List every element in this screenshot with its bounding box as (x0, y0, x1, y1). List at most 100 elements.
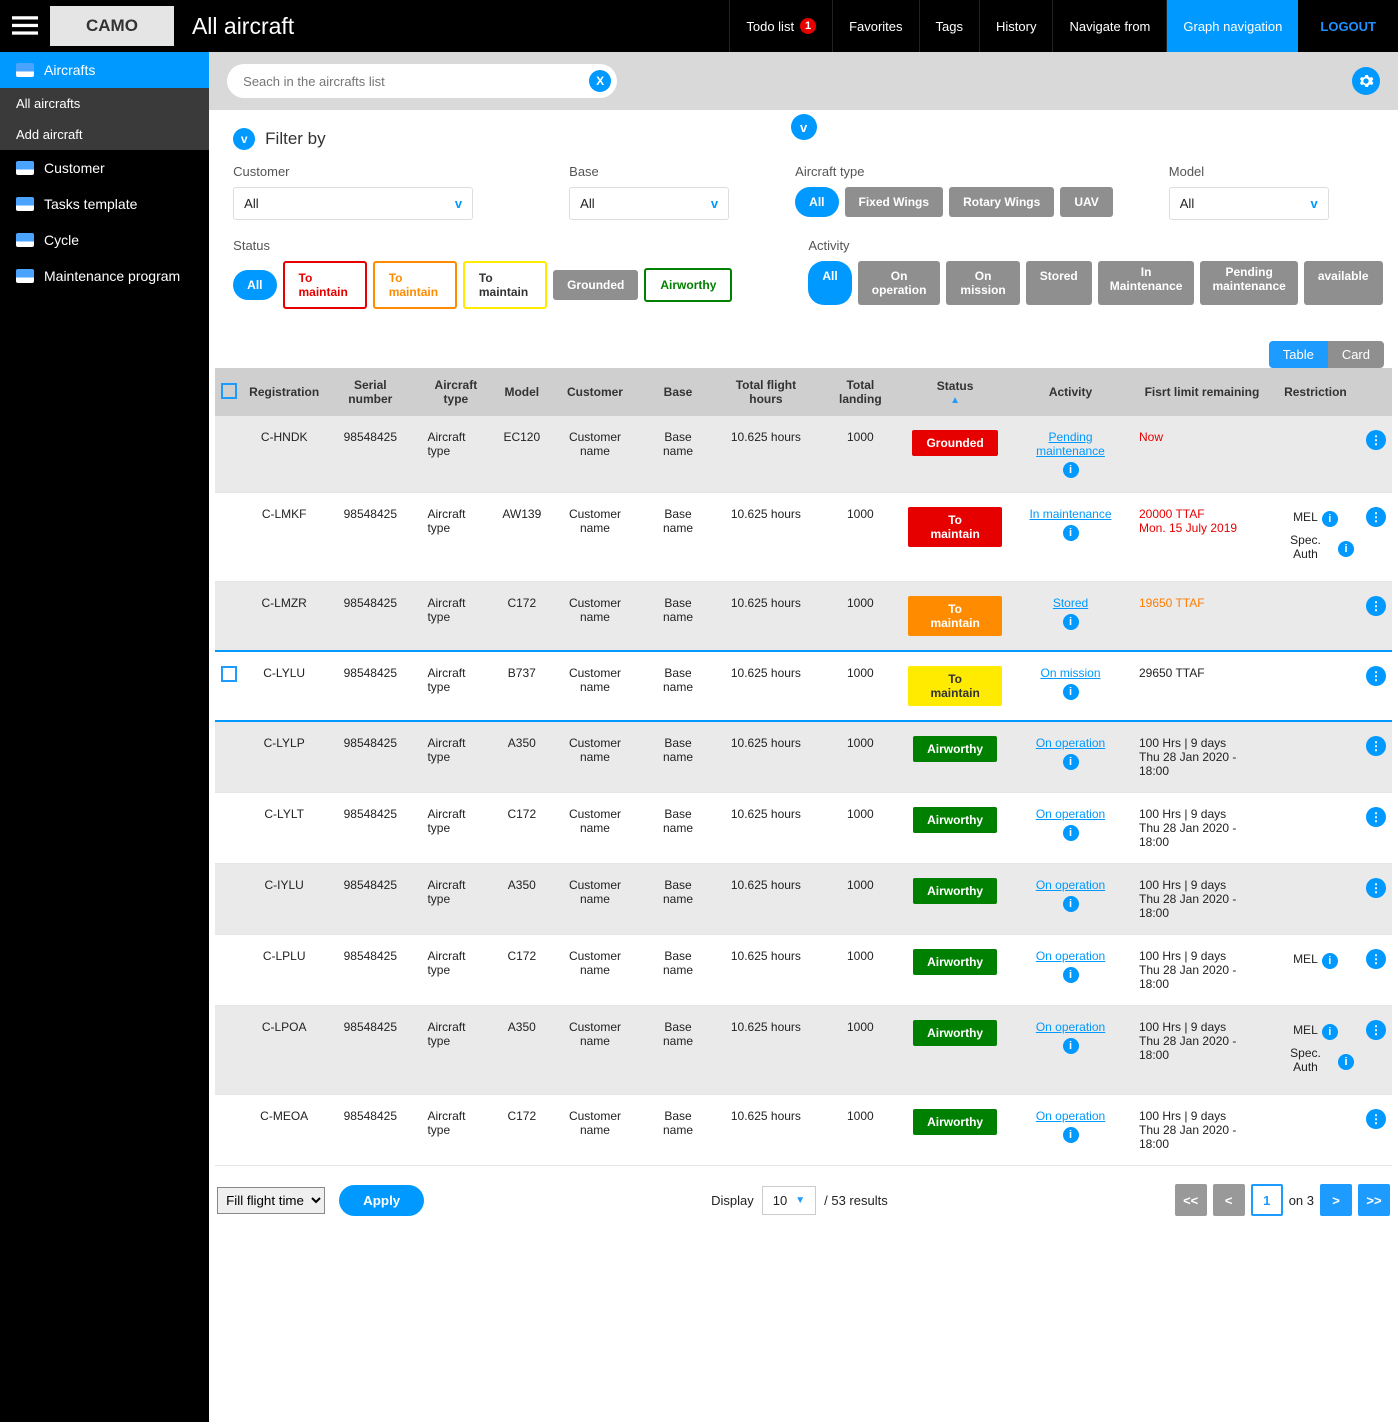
col-base[interactable]: Base (643, 368, 714, 416)
activity-link[interactable]: Stored (1014, 596, 1127, 610)
select-all-checkbox[interactable] (221, 383, 237, 399)
sidebar-item-customer[interactable]: Customer (0, 150, 209, 186)
col-status[interactable]: Status (902, 368, 1008, 416)
view-table-tab[interactable]: Table (1269, 341, 1328, 368)
activity-link[interactable]: Pending maintenance (1014, 430, 1127, 458)
activity-link[interactable]: On operation (1014, 878, 1127, 892)
activity-link[interactable]: On operation (1014, 949, 1127, 963)
expand-chevron-icon[interactable]: v (791, 114, 817, 140)
chip-status-0[interactable]: All (233, 270, 276, 300)
apply-button[interactable]: Apply (339, 1185, 424, 1216)
chip-type-uav[interactable]: UAV (1060, 187, 1112, 217)
sidebar-sub-add-aircraft[interactable]: Add aircraft (0, 119, 209, 150)
info-icon[interactable]: i (1063, 614, 1079, 630)
sidebar-item-cycle[interactable]: Cycle (0, 222, 209, 258)
filter-model-select[interactable]: Allv (1169, 187, 1329, 220)
table-row[interactable]: C-LYLT98548425Aircraft typeC172Customer … (215, 793, 1392, 864)
row-menu-icon[interactable]: ⋮ (1366, 807, 1386, 827)
nav-favorites[interactable]: Favorites (832, 0, 918, 52)
search-box[interactable]: X (227, 64, 617, 98)
chip-activity-on-mission[interactable]: On mission (946, 261, 1019, 305)
col-activity[interactable]: Activity (1008, 368, 1133, 416)
bulk-action-select[interactable]: Fill flight time (217, 1187, 325, 1214)
activity-link[interactable]: On operation (1014, 736, 1127, 750)
info-icon[interactable]: i (1063, 967, 1079, 983)
chip-status-3[interactable]: To maintain (463, 261, 547, 309)
chip-activity-stored[interactable]: Stored (1026, 261, 1092, 305)
nav-graph-navigation[interactable]: Graph navigation (1166, 0, 1298, 52)
pager-first[interactable]: << (1175, 1184, 1207, 1216)
chip-activity-on-operation[interactable]: On operation (858, 261, 941, 305)
chip-status-5[interactable]: Airworthy (644, 268, 732, 302)
chip-status-2[interactable]: To maintain (373, 261, 457, 309)
table-row[interactable]: C-LYLP98548425Aircraft typeA350Customer … (215, 721, 1392, 793)
chip-activity-in-maintenance[interactable]: InMaintenance (1098, 261, 1195, 305)
col-model[interactable]: Model (496, 368, 547, 416)
row-menu-icon[interactable]: ⋮ (1366, 430, 1386, 450)
info-icon[interactable]: i (1338, 1054, 1354, 1070)
nav-todo-list[interactable]: Todo list1 (729, 0, 832, 52)
sidebar-item-aircrafts[interactable]: Aircrafts (0, 52, 209, 88)
row-checkbox[interactable] (221, 666, 237, 682)
chip-status-4[interactable]: Grounded (553, 270, 638, 300)
nav-tags[interactable]: Tags (919, 0, 979, 52)
chip-type-rotary-wings[interactable]: Rotary Wings (949, 187, 1054, 217)
table-row[interactable]: C-LMKF98548425Aircraft typeAW139Customer… (215, 493, 1392, 582)
sidebar-sub-all-aircrafts[interactable]: All aircrafts (0, 88, 209, 119)
row-menu-icon[interactable]: ⋮ (1366, 596, 1386, 616)
row-menu-icon[interactable]: ⋮ (1366, 666, 1386, 686)
pager-last[interactable]: >> (1358, 1184, 1390, 1216)
per-page-select[interactable]: 10▼ (762, 1186, 816, 1215)
view-card-tab[interactable]: Card (1328, 341, 1384, 368)
chip-type-fixed-wings[interactable]: Fixed Wings (845, 187, 944, 217)
row-menu-icon[interactable]: ⋮ (1366, 1020, 1386, 1040)
chip-status-1[interactable]: To maintain (283, 261, 367, 309)
col-serial-number[interactable]: Serial number (325, 368, 415, 416)
filter-base-select[interactable]: Allv (569, 187, 729, 220)
col-total-landing[interactable]: Total landing (818, 368, 902, 416)
row-menu-icon[interactable]: ⋮ (1366, 507, 1386, 527)
table-row[interactable]: C-MEOA98548425Aircraft typeC172Customer … (215, 1095, 1392, 1166)
settings-gear-icon[interactable] (1352, 67, 1380, 95)
info-icon[interactable]: i (1063, 1038, 1079, 1054)
info-icon[interactable]: i (1063, 462, 1079, 478)
clear-search-icon[interactable]: X (589, 70, 611, 92)
table-row[interactable]: C-LYLU98548425Aircraft typeB737Customer … (215, 651, 1392, 721)
info-icon[interactable]: i (1322, 953, 1338, 969)
filter-customer-select[interactable]: Allv (233, 187, 473, 220)
col-restriction[interactable]: Restriction (1271, 368, 1360, 416)
activity-link[interactable]: On operation (1014, 1109, 1127, 1123)
col-fisrt-limit-remaining[interactable]: Fisrt limit remaining (1133, 368, 1271, 416)
activity-link[interactable]: In maintenance (1014, 507, 1127, 521)
table-row[interactable]: C-HNDK98548425Aircraft typeEC120Customer… (215, 416, 1392, 493)
sidebar-item-maintenance-program[interactable]: Maintenance program (0, 258, 209, 294)
table-row[interactable]: C-LMZR98548425Aircraft typeC172Customer … (215, 582, 1392, 652)
nav-history[interactable]: History (979, 0, 1052, 52)
table-row[interactable]: C-LPLU98548425Aircraft typeC172Customer … (215, 935, 1392, 1006)
filter-collapse-icon[interactable]: v (233, 128, 255, 150)
chip-activity-available[interactable]: available (1304, 261, 1383, 305)
sidebar-item-tasks-template[interactable]: Tasks template (0, 186, 209, 222)
row-menu-icon[interactable]: ⋮ (1366, 949, 1386, 969)
col-aircraft-type[interactable]: Aircraft type (415, 368, 496, 416)
chip-activity-pending-maintenance[interactable]: Pendingmaintenance (1200, 261, 1297, 305)
col-registration[interactable]: Registration (243, 368, 325, 416)
nav-navigate-from[interactable]: Navigate from (1052, 0, 1166, 52)
info-icon[interactable]: i (1338, 541, 1354, 557)
pager-prev[interactable]: < (1213, 1184, 1245, 1216)
info-icon[interactable]: i (1322, 1024, 1338, 1040)
row-menu-icon[interactable]: ⋮ (1366, 1109, 1386, 1129)
col-customer[interactable]: Customer (547, 368, 642, 416)
info-icon[interactable]: i (1063, 896, 1079, 912)
activity-link[interactable]: On mission (1014, 666, 1127, 680)
info-icon[interactable]: i (1063, 684, 1079, 700)
info-icon[interactable]: i (1063, 1127, 1079, 1143)
activity-link[interactable]: On operation (1014, 1020, 1127, 1034)
chip-activity-all[interactable]: All (808, 261, 851, 305)
table-row[interactable]: C-IYLU98548425Aircraft typeA350Customer … (215, 864, 1392, 935)
search-input[interactable] (243, 74, 589, 89)
info-icon[interactable]: i (1063, 754, 1079, 770)
chip-type-all[interactable]: All (795, 187, 838, 217)
row-menu-icon[interactable]: ⋮ (1366, 878, 1386, 898)
pager-next[interactable]: > (1320, 1184, 1352, 1216)
